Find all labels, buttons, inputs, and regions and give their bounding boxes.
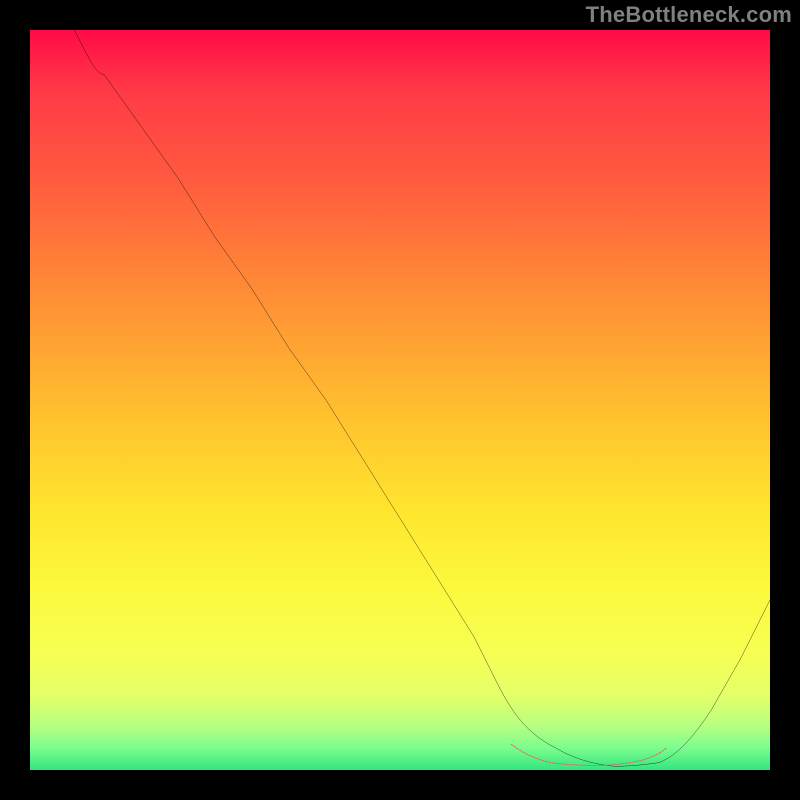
bottleneck-curve: [74, 30, 770, 766]
optimal-marker: [511, 744, 666, 765]
plot-area: [30, 30, 770, 770]
chart-frame: TheBottleneck.com: [0, 0, 800, 800]
chart-svg: [30, 30, 770, 770]
watermark-text: TheBottleneck.com: [586, 2, 792, 28]
